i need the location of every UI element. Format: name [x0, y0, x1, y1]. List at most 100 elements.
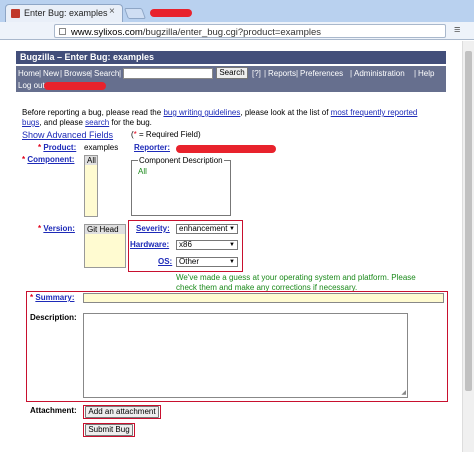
quicksearch-help-link[interactable]: [?]: [252, 69, 261, 78]
required-note-text: = Required Field): [136, 130, 201, 139]
component-field-label: * Component:: [22, 155, 74, 164]
intro-text-part: for the bug.: [109, 118, 152, 127]
frequent-bugs-link[interactable]: most frequently reported: [331, 108, 418, 117]
reporter-field-label: Reporter:: [134, 143, 170, 152]
required-field-note: (* = Required Field): [131, 130, 201, 139]
redacted-mark: [150, 9, 192, 17]
platform-guess-note: We've made a guess at your operating sys…: [176, 273, 416, 293]
version-option[interactable]: Git Head: [85, 225, 125, 234]
nav-preferences-link[interactable]: Preferences: [300, 69, 343, 78]
nav-separator: |: [119, 69, 122, 78]
add-attachment-button[interactable]: Add an attachment: [85, 406, 159, 418]
version-label-link[interactable]: Version:: [43, 224, 75, 233]
nav-logout-link[interactable]: Log out: [18, 81, 45, 90]
product-value: examples: [84, 143, 119, 152]
platform-guess-note-line: We've made a guess at your operating sys…: [176, 273, 416, 282]
close-tab-icon[interactable]: ×: [109, 6, 115, 17]
show-advanced-fields-link[interactable]: Show Advanced Fields: [22, 130, 113, 140]
summary-label-link[interactable]: Summary:: [35, 293, 74, 302]
dropdown-arrow-icon: ▼: [229, 226, 235, 232]
severity-label-link[interactable]: Severity:: [136, 224, 170, 233]
os-label-link[interactable]: OS:: [158, 257, 172, 266]
quicksearch-input[interactable]: [123, 68, 213, 79]
severity-select[interactable]: enhancement ▼: [176, 224, 238, 234]
severity-selected-value: enhancement: [179, 224, 228, 233]
nav-separator: |: [90, 69, 93, 78]
description-textarea[interactable]: ◢: [83, 313, 408, 398]
tab-title: Enter Bug: examples: [24, 8, 108, 18]
component-description-box: Component Description All: [131, 156, 231, 216]
attachment-field-label: Attachment:: [30, 406, 77, 415]
page-title-bar: Bugzilla – Enter Bug: examples: [16, 51, 446, 64]
version-field-label: * Version:: [38, 224, 75, 233]
intro-text: Before reporting a bug, please read the …: [22, 108, 442, 128]
resize-handle-icon[interactable]: ◢: [401, 390, 406, 396]
hardware-select[interactable]: x86 ▼: [176, 240, 238, 250]
os-field-label: OS:: [158, 257, 172, 266]
intro-text-part: , please look at the list of: [240, 108, 331, 117]
severity-field-label: Severity:: [136, 224, 170, 233]
nav-home-link[interactable]: Home: [18, 69, 39, 78]
quicksearch-button[interactable]: Search: [216, 67, 248, 79]
search-bugs-link[interactable]: search: [85, 118, 109, 127]
nav-separator: |: [39, 69, 42, 78]
browser-tab[interactable]: Enter Bug: examples ×: [5, 4, 123, 22]
nav-separator: |: [414, 69, 417, 78]
product-field-label: * Product:: [38, 143, 76, 152]
bug-writing-guidelines-link[interactable]: bug writing guidelines: [163, 108, 240, 117]
version-listbox[interactable]: Git Head: [84, 224, 126, 268]
component-description-value: All: [138, 167, 147, 176]
address-url: www.sylixos.com/bugzilla/enter_bug.cgi?p…: [71, 27, 321, 38]
page-scrollbar[interactable]: [462, 41, 474, 452]
nav-browse-link[interactable]: Browse: [64, 69, 91, 78]
intro-text-part: Before reporting a bug, please read the: [22, 108, 164, 117]
frequent-bugs-link-cont[interactable]: bugs: [22, 118, 39, 127]
dropdown-arrow-icon: ▼: [229, 242, 235, 248]
page-icon: [59, 28, 66, 35]
nav-separator: |: [296, 69, 299, 78]
summary-field-label: * Summary:: [30, 293, 74, 302]
summary-input[interactable]: [83, 293, 444, 303]
hardware-label-link[interactable]: Hardware:: [130, 240, 169, 249]
dropdown-arrow-icon: ▼: [229, 259, 235, 265]
component-description-legend: Component Description: [138, 156, 224, 165]
reporter-label-link[interactable]: Reporter:: [134, 143, 170, 152]
component-option[interactable]: All: [85, 156, 97, 165]
url-path: /bugzilla/enter_bug.cgi?product=examples: [142, 27, 322, 38]
submit-bug-button[interactable]: Submit Bug: [85, 424, 133, 436]
new-tab-button[interactable]: [123, 8, 147, 19]
url-host: www.sylixos.com: [71, 27, 143, 38]
product-label-link[interactable]: Product:: [43, 143, 76, 152]
browser-toolbar: www.sylixos.com/bugzilla/enter_bug.cgi?p…: [0, 22, 474, 40]
component-listbox[interactable]: All: [84, 155, 98, 217]
browser-menu-icon[interactable]: ≡: [454, 25, 460, 36]
nav-help-link[interactable]: Help: [418, 69, 434, 78]
main-nav: Home | New | Browse | Search | Search [?…: [16, 66, 446, 92]
hardware-selected-value: x86: [179, 240, 192, 249]
nav-reports-link[interactable]: Reports: [268, 69, 296, 78]
required-star: *: [22, 155, 26, 164]
nav-search-link[interactable]: Search: [94, 69, 119, 78]
intro-line-2: bugs, and please search for the bug.: [22, 118, 442, 128]
os-select[interactable]: Other ▼: [176, 257, 238, 267]
required-star: *: [38, 143, 42, 152]
required-star: *: [30, 293, 34, 302]
description-field-label: Description:: [30, 313, 77, 322]
intro-line-1: Before reporting a bug, please read the …: [22, 108, 442, 118]
nav-separator: |: [350, 69, 353, 78]
page-title: Bugzilla – Enter Bug: examples: [20, 52, 155, 62]
component-label-link[interactable]: Component:: [27, 155, 74, 164]
hardware-field-label: Hardware:: [130, 240, 169, 249]
required-star: *: [38, 224, 42, 233]
os-selected-value: Other: [179, 257, 200, 266]
intro-text-part: , and please: [39, 118, 86, 127]
redacted-mark: [176, 145, 276, 153]
nav-new-link[interactable]: New: [43, 69, 59, 78]
redacted-mark: [44, 82, 106, 90]
bugzilla-favicon-icon: [11, 9, 20, 18]
scrollbar-thumb[interactable]: [465, 51, 472, 391]
nav-administration-link[interactable]: Administration: [354, 69, 405, 78]
nav-separator: |: [60, 69, 63, 78]
address-bar[interactable]: www.sylixos.com/bugzilla/enter_bug.cgi?p…: [54, 24, 446, 38]
nav-separator: |: [264, 69, 267, 78]
